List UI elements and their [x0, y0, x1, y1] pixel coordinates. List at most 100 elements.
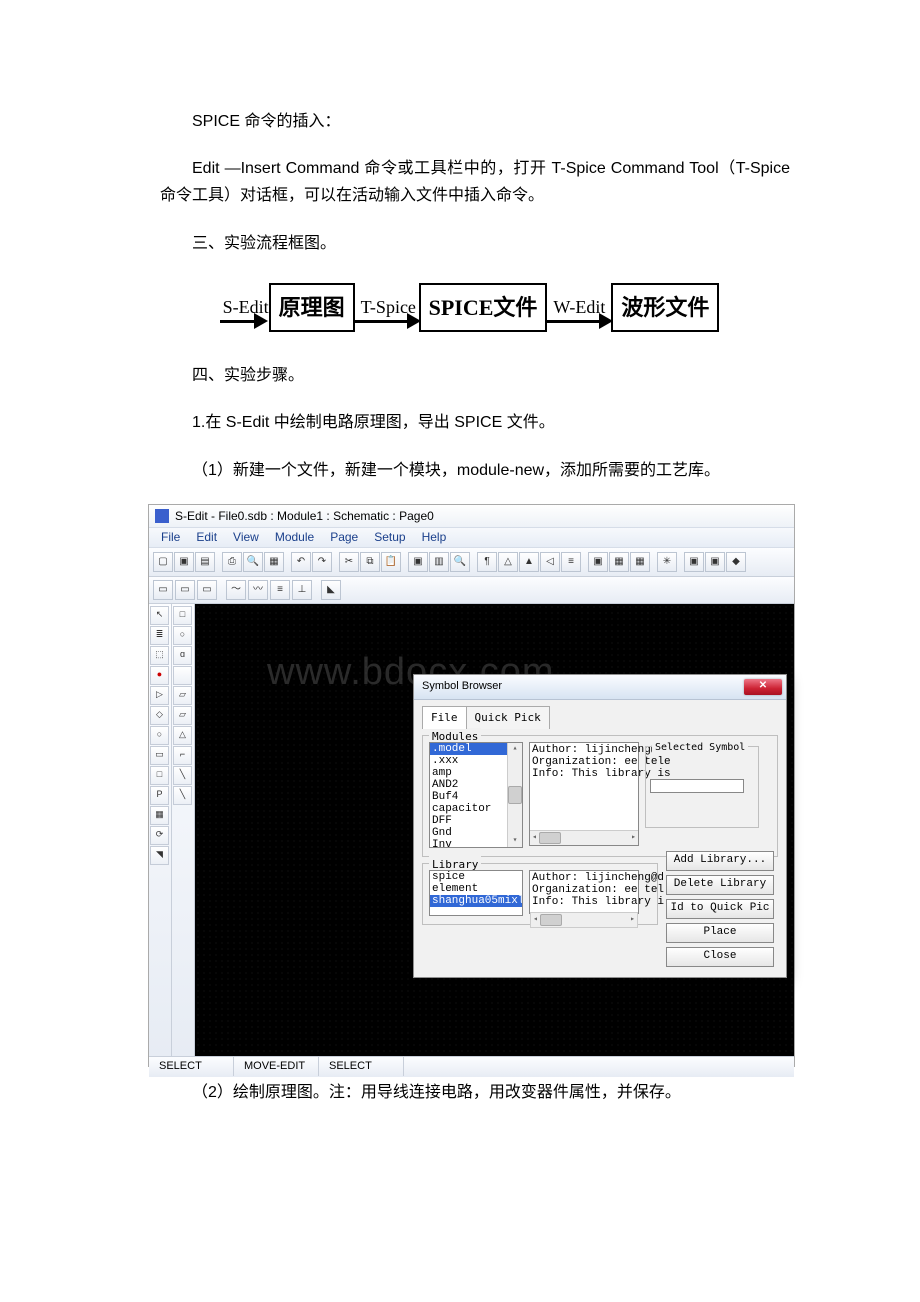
- toolbar-button[interactable]: 〜: [226, 580, 246, 600]
- dialog-button[interactable]: Close: [666, 947, 774, 967]
- toolbar-button[interactable]: ▲: [519, 552, 539, 572]
- sedit-window: S-Edit - File0.sdb : Module1 : Schematic…: [148, 504, 795, 1067]
- statusbar-segment: SELECT: [149, 1057, 234, 1076]
- palette-tool[interactable]: ≣: [150, 626, 169, 645]
- palette-tool[interactable]: ▷: [150, 686, 169, 705]
- toolbar-button[interactable]: ▣: [684, 552, 704, 572]
- toolbar-button[interactable]: ◁: [540, 552, 560, 572]
- library-listbox[interactable]: spiceelementshanghua05mixlib: [429, 870, 523, 916]
- palette-tool[interactable]: ◇: [150, 706, 169, 725]
- toolbar-button[interactable]: ▦: [630, 552, 650, 572]
- work-area: ↖≣⬚●▷◇○▭□P▦⟳◥ □○ɑ▱▱△⌐╲╲ www.bdocx.com Sy…: [149, 604, 794, 1056]
- toolbar-button[interactable]: ▣: [408, 552, 428, 572]
- toolbar-button[interactable]: ◆: [726, 552, 746, 572]
- tool-palette-shapes: □○ɑ▱▱△⌐╲╲: [172, 604, 195, 1056]
- toolbar-button[interactable]: ▣: [705, 552, 725, 572]
- selected-symbol-group: Selected Symbol: [645, 746, 759, 828]
- toolbar-button[interactable]: ▦: [264, 552, 284, 572]
- dialog-buttons: Add Library... Delete Library Id to Quick …: [666, 851, 774, 967]
- selected-symbol-field[interactable]: [650, 779, 744, 793]
- palette-tool[interactable]: ⬚: [150, 646, 169, 665]
- list-item[interactable]: spice: [430, 871, 522, 883]
- app-icon: [155, 509, 169, 523]
- toolbar-button[interactable]: ✳: [657, 552, 677, 572]
- toolbar-button[interactable]: ▥: [429, 552, 449, 572]
- menu-file[interactable]: File: [161, 527, 180, 547]
- palette-tool[interactable]: ⟳: [150, 826, 169, 845]
- palette-tool[interactable]: ○: [150, 726, 169, 745]
- tab-quickpick[interactable]: Quick Pick: [466, 706, 550, 730]
- toolbar-button[interactable]: ▢: [153, 552, 173, 572]
- canvas[interactable]: www.bdocx.com Symbol Browser ✕ File Quic…: [195, 604, 794, 1056]
- toolbar-button[interactable]: 📋: [381, 552, 401, 572]
- palette-shape[interactable]: ○: [173, 626, 192, 645]
- palette-shape[interactable]: □: [173, 606, 192, 625]
- dialog-button[interactable]: Id to Quick Pic: [666, 899, 774, 919]
- paragraph: （1）新建一个文件，新建一个模块，module-new，添加所需要的工艺库。: [160, 457, 790, 484]
- toolbar-button[interactable]: ▭: [153, 580, 173, 600]
- palette-shape[interactable]: ╲: [173, 786, 192, 805]
- menu-edit[interactable]: Edit: [196, 527, 217, 547]
- list-item[interactable]: element: [430, 883, 522, 895]
- menu-view[interactable]: View: [233, 527, 259, 547]
- toolbar-button[interactable]: ▭: [175, 580, 195, 600]
- close-button[interactable]: ✕: [744, 679, 782, 695]
- toolbar-button[interactable]: ▣: [174, 552, 194, 572]
- toolbar-button[interactable]: ✂: [339, 552, 359, 572]
- palette-tool[interactable]: □: [150, 766, 169, 785]
- toolbar-button[interactable]: ↷: [312, 552, 332, 572]
- paragraph: 四、实验步骤。: [160, 362, 790, 389]
- palette-shape[interactable]: ⌐: [173, 746, 192, 765]
- palette-shape[interactable]: ▱: [173, 686, 192, 705]
- menu-module[interactable]: Module: [275, 527, 314, 547]
- scrollbar[interactable]: ▴▾: [507, 743, 522, 847]
- dialog-titlebar[interactable]: Symbol Browser ✕: [414, 675, 786, 700]
- paragraph: 三、实验流程框图。: [160, 230, 790, 257]
- window-title: S-Edit - File0.sdb : Module1 : Schematic…: [175, 506, 434, 526]
- modules-listbox[interactable]: .model.xxxampAND2Buf4capacitorDFFGndInvK…: [429, 742, 523, 848]
- paragraph: Edit —Insert Command 命令或工具栏中的，打开 T-Spice…: [160, 155, 790, 209]
- palette-shape[interactable]: ɑ: [173, 646, 192, 665]
- toolbar-button[interactable]: 🔍: [243, 552, 263, 572]
- palette-tool[interactable]: ●: [150, 666, 169, 685]
- flow-label: W-Edit: [553, 292, 605, 323]
- toolbar-button[interactable]: 🔍: [450, 552, 470, 572]
- palette-shape[interactable]: ▱: [173, 706, 192, 725]
- palette-tool[interactable]: ▭: [150, 746, 169, 765]
- palette-tool[interactable]: ↖: [150, 606, 169, 625]
- dialog-button[interactable]: Delete Library: [666, 875, 774, 895]
- palette-shape[interactable]: △: [173, 726, 192, 745]
- toolbar-button[interactable]: ▣: [588, 552, 608, 572]
- toolbar-button[interactable]: ⎙: [222, 552, 242, 572]
- toolbar-button[interactable]: 〰: [248, 580, 268, 600]
- toolbar-button[interactable]: ≡: [561, 552, 581, 572]
- toolbar-button[interactable]: ◣: [321, 580, 341, 600]
- dialog-button[interactable]: Place: [666, 923, 774, 943]
- arrow-icon: [547, 320, 611, 323]
- menu-setup[interactable]: Setup: [374, 527, 405, 547]
- flow-diagram: S-Edit 原理图 T-Spice SPICE文件 W-Edit 波形文件: [146, 283, 790, 332]
- window-titlebar[interactable]: S-Edit - File0.sdb : Module1 : Schematic…: [149, 505, 794, 527]
- paragraph: （2）绘制原理图。注：用导线连接电路，用改变器件属性，并保存。: [160, 1079, 790, 1106]
- toolbar-button[interactable]: ≡: [270, 580, 290, 600]
- palette-tool[interactable]: P: [150, 786, 169, 805]
- menu-page[interactable]: Page: [330, 527, 358, 547]
- palette-tool[interactable]: ◥: [150, 846, 169, 865]
- toolbar-button[interactable]: ▭: [197, 580, 217, 600]
- menu-help[interactable]: Help: [422, 527, 447, 547]
- symbol-browser-dialog: Symbol Browser ✕ File Quick Pick Modules: [413, 674, 787, 978]
- toolbar-button[interactable]: ⊥: [292, 580, 312, 600]
- list-item[interactable]: shanghua05mixlib: [430, 895, 522, 907]
- palette-tool[interactable]: ▦: [150, 806, 169, 825]
- tab-file[interactable]: File: [422, 706, 467, 730]
- dialog-title: Symbol Browser: [422, 677, 502, 696]
- palette-shape[interactable]: [173, 666, 192, 685]
- toolbar-button[interactable]: ⧉: [360, 552, 380, 572]
- toolbar-button[interactable]: ▦: [609, 552, 629, 572]
- dialog-button[interactable]: Add Library...: [666, 851, 774, 871]
- toolbar-button[interactable]: ↶: [291, 552, 311, 572]
- toolbar-button[interactable]: △: [498, 552, 518, 572]
- palette-shape[interactable]: ╲: [173, 766, 192, 785]
- toolbar-button[interactable]: ¶: [477, 552, 497, 572]
- toolbar-button[interactable]: ▤: [195, 552, 215, 572]
